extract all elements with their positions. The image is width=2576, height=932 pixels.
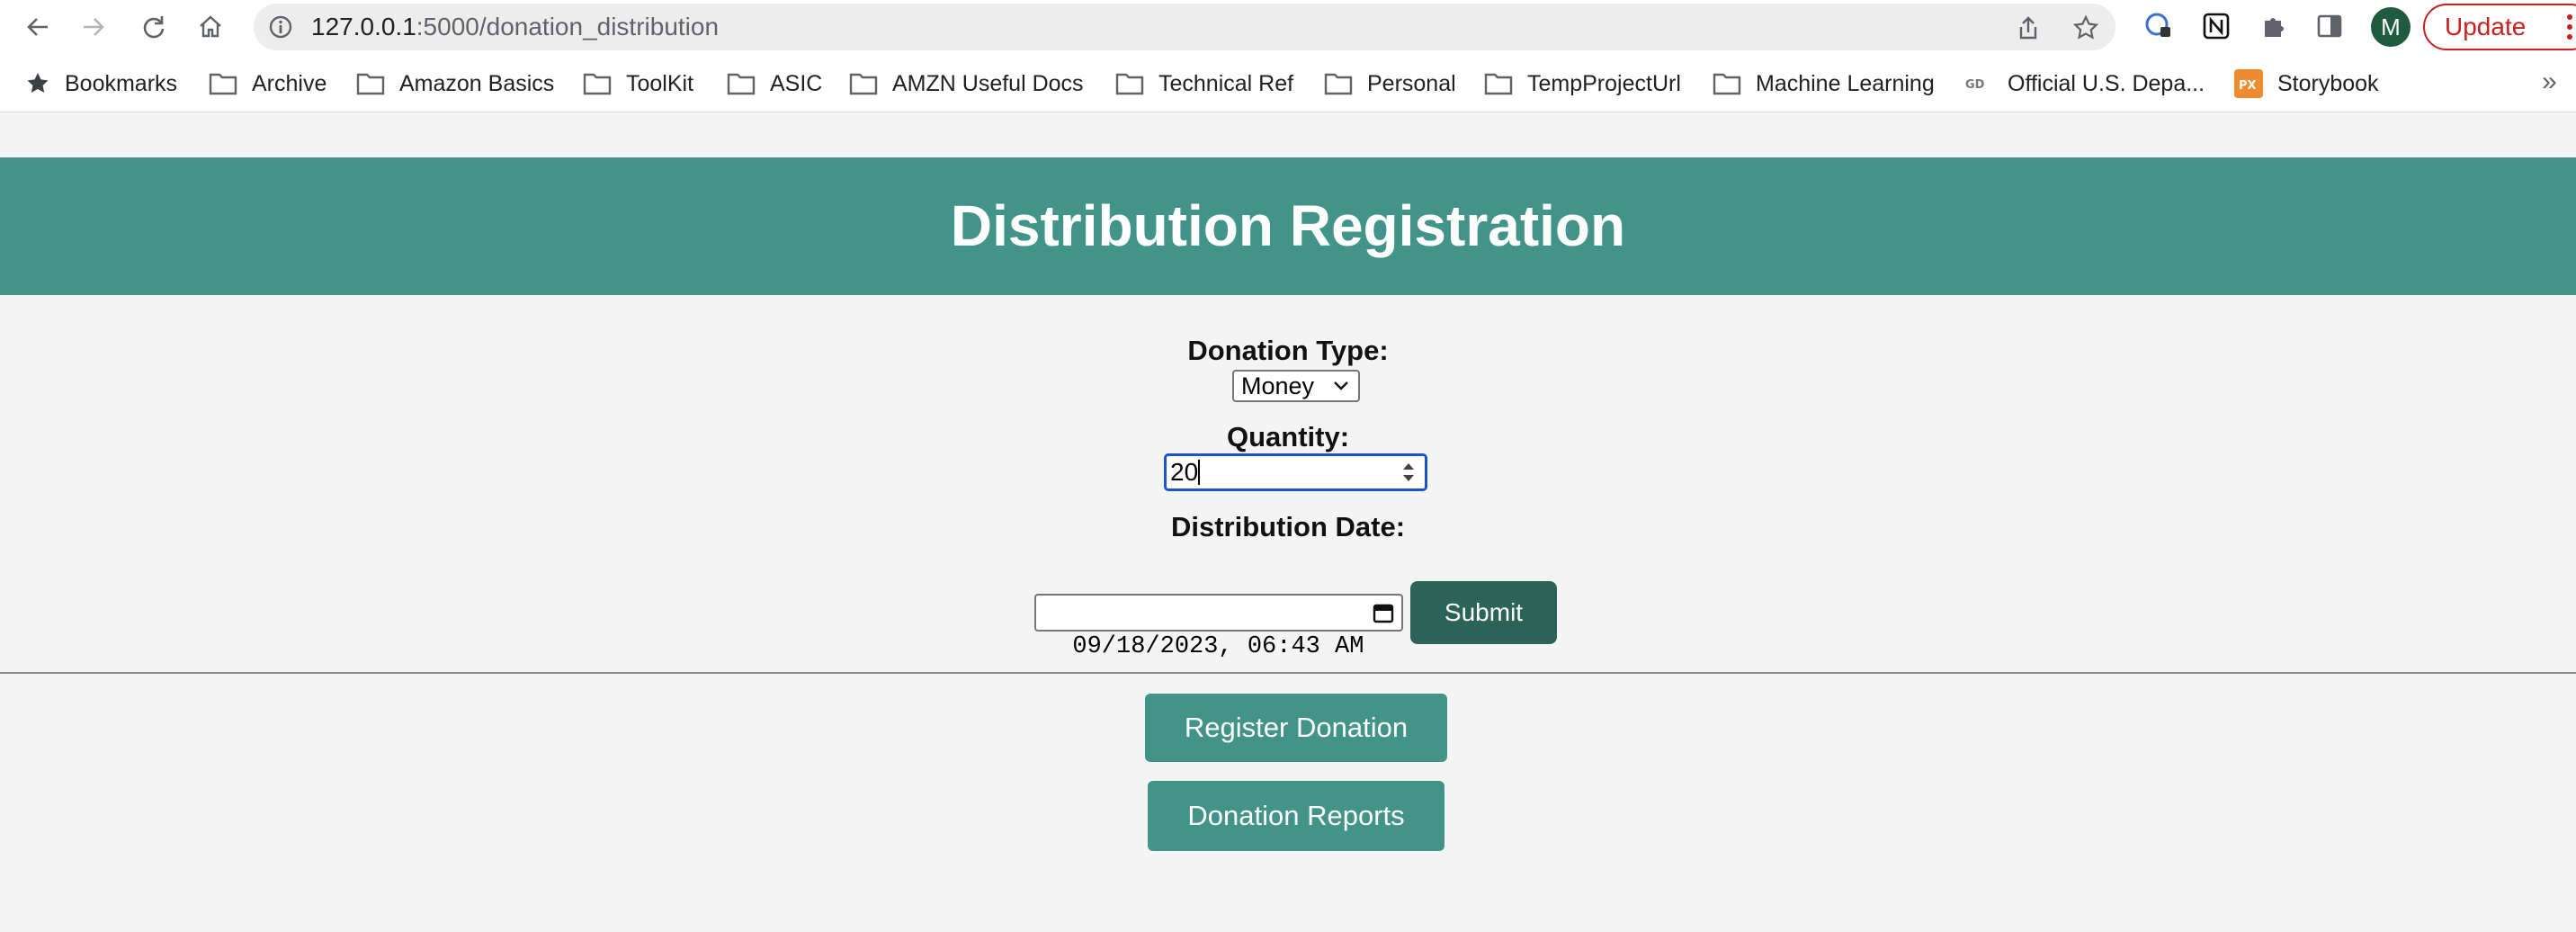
bookmark-item[interactable]: PX Storybook bbox=[2234, 56, 2379, 112]
browser-toolbar: 127.0.0.1:5000/donation_distribution M U… bbox=[0, 0, 2576, 56]
px-logo-icon: PX bbox=[2234, 69, 2263, 98]
back-arrow-icon bbox=[27, 18, 48, 36]
donation-type-value: Money bbox=[1241, 372, 1315, 399]
folder-icon bbox=[727, 73, 756, 95]
bookmark-item[interactable]: Bookmarks bbox=[25, 56, 177, 112]
bookmark-label: Bookmarks bbox=[65, 70, 178, 96]
url-path: :5000/donation_distribution bbox=[416, 13, 720, 40]
forward-button[interactable] bbox=[74, 7, 113, 47]
bookmark-folder[interactable]: AMZN Useful Docs bbox=[849, 56, 1084, 112]
quantity-value: 20 bbox=[1170, 458, 1199, 486]
gd-logo-icon: GD bbox=[1965, 78, 1985, 92]
bookmark-label: ASIC bbox=[770, 70, 823, 96]
bookmark-folder[interactable]: Amazon Basics bbox=[356, 56, 554, 112]
donation-type-label: Donation Type: bbox=[1187, 335, 1389, 366]
side-panel-icon[interactable] bbox=[2315, 12, 2344, 40]
distribution-date-value: 09/18/2023, 06:43 AM bbox=[1072, 633, 1364, 660]
update-label: Update bbox=[2445, 13, 2527, 40]
register-donation-button[interactable]: Register Donation bbox=[1145, 694, 1447, 762]
calendar-icon[interactable] bbox=[1373, 602, 1394, 623]
bookmark-star-icon[interactable] bbox=[2072, 14, 2099, 41]
donation-reports-button[interactable]: Donation Reports bbox=[1148, 781, 1445, 851]
folder-icon bbox=[1324, 73, 1353, 95]
password-manager-extension-icon[interactable] bbox=[2144, 12, 2173, 40]
folder-icon bbox=[209, 73, 237, 95]
bookmark-folder[interactable]: ASIC bbox=[727, 56, 822, 112]
info-icon[interactable] bbox=[268, 14, 293, 40]
bookmark-label: Technical Ref bbox=[1158, 70, 1294, 96]
folder-icon bbox=[583, 73, 612, 95]
number-spinner-icon[interactable] bbox=[1401, 461, 1416, 484]
bookmarks-bar: Bookmarks Archive Amazon Basics ToolKit … bbox=[0, 56, 2576, 112]
more-menu-icon[interactable] bbox=[2567, 13, 2572, 41]
bookmark-item[interactable]: GD Official U.S. Depa... bbox=[1964, 56, 2205, 112]
bookmark-folder[interactable]: Archive bbox=[209, 56, 326, 112]
profile-avatar[interactable]: M bbox=[2371, 7, 2411, 47]
divider bbox=[0, 672, 2576, 674]
quantity-label: Quantity: bbox=[1226, 421, 1350, 453]
folder-icon bbox=[1484, 73, 1513, 95]
more-bookmarks-button[interactable]: » bbox=[2542, 67, 2557, 97]
page-title: Distribution Registration bbox=[950, 193, 1626, 258]
bookmark-label: Amazon Basics bbox=[399, 70, 555, 96]
bookmark-folder[interactable]: Personal bbox=[1324, 56, 1456, 112]
url-host: 127.0.0.1 bbox=[311, 13, 416, 40]
bookmark-label: AMZN Useful Docs bbox=[892, 70, 1084, 96]
home-icon bbox=[200, 15, 221, 38]
quantity-input[interactable]: 20 bbox=[1164, 453, 1427, 491]
folder-icon bbox=[1115, 73, 1144, 95]
star-icon bbox=[27, 73, 49, 93]
update-button[interactable]: Update bbox=[2423, 4, 2576, 50]
folder-icon bbox=[356, 73, 385, 95]
bookmark-folder[interactable]: Technical Ref bbox=[1115, 56, 1293, 112]
distribution-date-label: Distribution Date: bbox=[1170, 511, 1406, 542]
forward-arrow-icon bbox=[84, 18, 104, 36]
back-button[interactable] bbox=[18, 7, 58, 47]
bookmark-label: Official U.S. Depa... bbox=[2008, 70, 2205, 96]
bookmark-label: Storybook bbox=[2277, 70, 2379, 96]
distribution-date-input[interactable]: 09/18/2023, 06:43 AM bbox=[1034, 594, 1403, 660]
svg-text:PX: PX bbox=[2239, 79, 2257, 93]
reload-button[interactable] bbox=[133, 7, 173, 47]
extensions-puzzle-icon[interactable] bbox=[2259, 12, 2288, 40]
bookmark-label: TempProjectUrl bbox=[1527, 70, 1681, 96]
svg-text:GD: GD bbox=[1965, 78, 1985, 92]
bookmark-folder[interactable]: ToolKit bbox=[583, 56, 693, 112]
url-text: 127.0.0.1:5000/donation_distribution bbox=[311, 4, 719, 50]
bookmark-folder[interactable]: TempProjectUrl bbox=[1484, 56, 1681, 112]
submit-button[interactable]: Submit bbox=[1410, 581, 1557, 644]
page-header: Distribution Registration bbox=[0, 157, 2576, 295]
folder-icon bbox=[1713, 73, 1741, 95]
bookmark-folder[interactable]: Machine Learning bbox=[1713, 56, 1935, 112]
reload-icon bbox=[143, 16, 165, 39]
chevron-down-icon bbox=[1334, 381, 1348, 390]
address-bar[interactable]: 127.0.0.1:5000/donation_distribution bbox=[254, 4, 2115, 50]
donation-type-select[interactable]: Money bbox=[1232, 370, 1360, 402]
share-icon[interactable] bbox=[2015, 14, 2042, 41]
folder-icon bbox=[849, 73, 878, 95]
bookmark-label: Personal bbox=[1367, 70, 1456, 96]
bookmark-label: ToolKit bbox=[626, 70, 694, 96]
bookmark-label: Machine Learning bbox=[1756, 70, 1935, 96]
home-button[interactable] bbox=[191, 7, 230, 47]
bookmark-label: Archive bbox=[252, 70, 327, 96]
text-cursor bbox=[1198, 460, 1201, 485]
notion-extension-icon[interactable] bbox=[2202, 12, 2231, 40]
